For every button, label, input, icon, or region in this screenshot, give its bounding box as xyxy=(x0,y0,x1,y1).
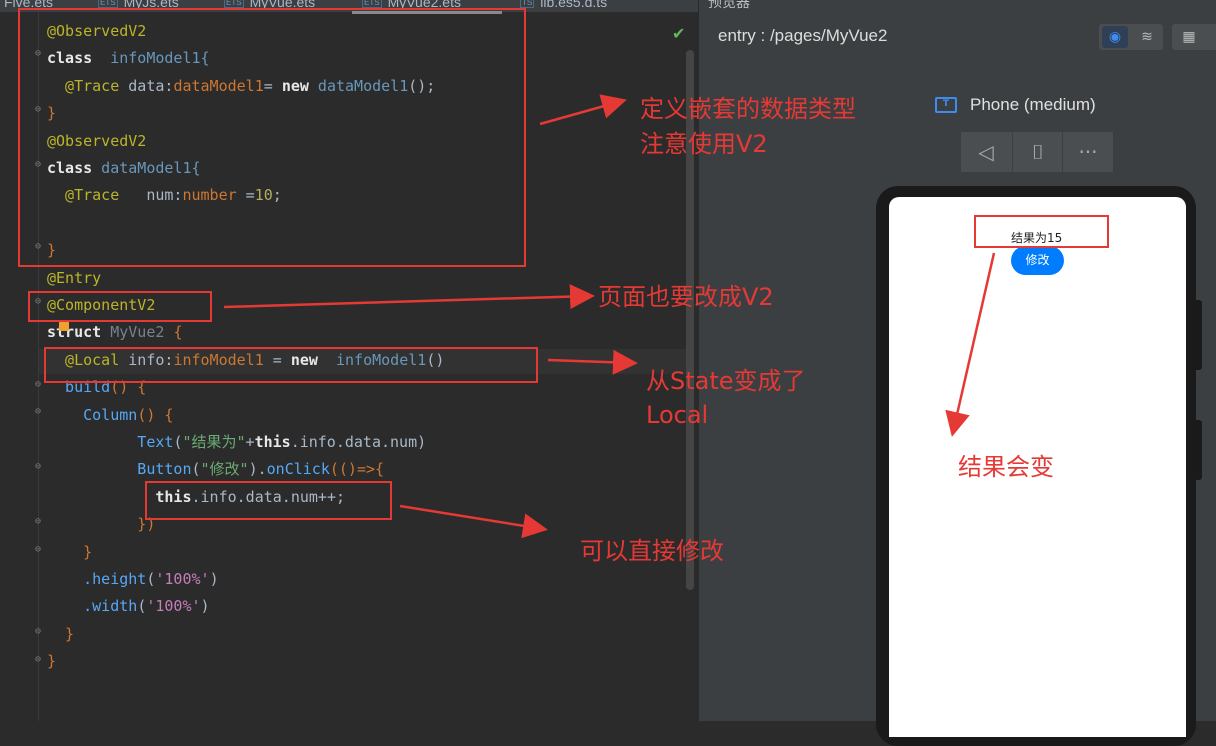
annotation-note: 定义嵌套的数据类型 xyxy=(640,95,856,123)
annotation-note: 注意使用V2 xyxy=(640,130,768,158)
annotation-note: 可以直接修改 xyxy=(580,537,724,565)
arrow-to-note5 xyxy=(945,252,996,437)
annotation-note: Local xyxy=(646,401,709,429)
annotation-note: 结果会变 xyxy=(958,453,1054,481)
annotation-note: 从State变成了 xyxy=(646,367,806,395)
arrow-to-note1 xyxy=(539,94,627,126)
arrow-to-note3 xyxy=(547,349,638,375)
annotation-arrows xyxy=(223,94,996,539)
annotation-note: 页面也要改成V2 xyxy=(598,283,774,311)
arrow-to-note2 xyxy=(223,284,595,310)
arrow-to-note4 xyxy=(399,504,548,539)
